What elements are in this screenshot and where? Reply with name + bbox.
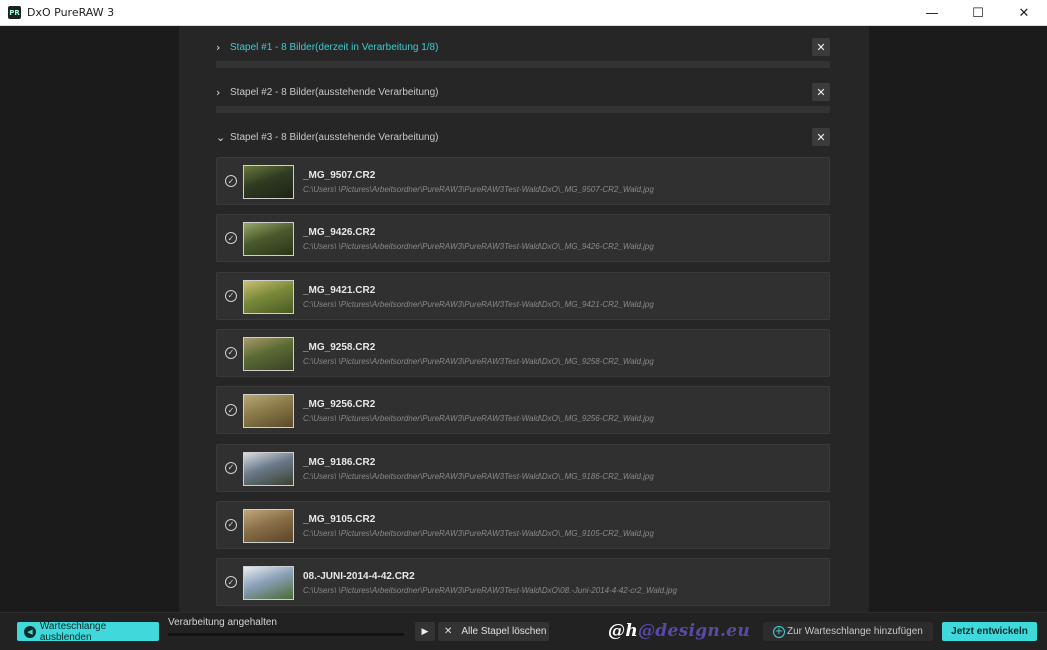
check-circle-icon: ✓	[225, 518, 237, 531]
file-name: _MG_9258.CR2	[303, 341, 376, 353]
file-path: C:\Users\ \Pictures\Arbeitsordner\PureRA…	[303, 185, 654, 194]
file-name: _MG_9507.CR2	[303, 170, 376, 181]
close-window-button[interactable]: ✕	[1001, 0, 1047, 26]
queue-toggle-icon: ◀	[24, 625, 36, 638]
add-to-queue-button[interactable]: + Zur Warteschlange hinzufügen	[763, 622, 933, 641]
bottom-toolbar: ◀ Warteschlange ausblenden Verarbeitung …	[0, 612, 1047, 650]
list-item[interactable]: ✓ _MG_9105.CR2 C:\Users\ \Pictures\Arbeits…	[216, 500, 830, 549]
list-item[interactable]: ✓ 08.-JUNI-2014-4-42.CR2 C:\Users\ \Pictur…	[216, 558, 830, 607]
list-item[interactable]: ✓ _MG_9507.CR2 C:\Users\ \Pictures\Arbeits…	[216, 157, 830, 205]
list-item[interactable]: ✓ _MG_9256.CR2 C:\Users\ \Pictures\Arbeits…	[216, 386, 830, 435]
file-name: 08.-JUNI-2014-4-42.CR2	[303, 571, 415, 583]
list-item[interactable]: ✓ _MG_9258.CR2 C:\Users\ \Pictures\Arbeits…	[216, 328, 830, 377]
window-title: DxO PureRAW 3	[27, 6, 115, 19]
batch-label: Stapel #3 - 8 Bilder(ausstehende Verarbe…	[230, 131, 439, 143]
thumbnail-image	[243, 336, 294, 371]
chevron-right-icon[interactable]: ›	[216, 86, 230, 99]
clear-all-batches-button[interactable]: ✕ Alle Stapel löschen	[438, 622, 549, 641]
check-circle-icon: ✓	[225, 289, 237, 302]
file-path: C:\Users\ \Pictures\Arbeitsordner\PureRA…	[303, 471, 654, 481]
remove-batch-button[interactable]: ✕	[812, 128, 830, 146]
check-circle-icon: ✓	[225, 175, 237, 187]
hide-queue-button[interactable]: ◀ Warteschlange ausblenden	[17, 620, 159, 643]
batch-label: Stapel #1 - 8 Bilder(derzeit in Verarbei…	[230, 41, 439, 53]
batch-header[interactable]: ⌄ Stapel #3 - 8 Bilder(ausstehende Verar…	[216, 126, 830, 148]
resume-button[interactable]: ▶	[415, 622, 435, 641]
check-circle-icon: ✓	[225, 576, 237, 589]
check-circle-icon: ✓	[225, 461, 237, 474]
file-path: C:\Users\ \Pictures\Arbeitsordner\PureRA…	[303, 356, 654, 366]
file-path: C:\Users\ \Pictures\Arbeitsordner\PureRA…	[303, 299, 654, 309]
window-controls: — ☐ ✕	[909, 0, 1047, 26]
thumbnail-image	[243, 566, 294, 601]
file-name: _MG_9105.CR2	[303, 513, 376, 525]
thumbnail-image	[243, 222, 294, 257]
batch-progress-bar	[216, 61, 830, 68]
close-icon: ✕	[444, 626, 453, 637]
thumbnail-image	[243, 451, 294, 486]
plus-circle-icon: +	[773, 625, 785, 638]
add-to-queue-label: Zur Warteschlange hinzufügen	[787, 626, 923, 637]
list-item[interactable]: ✓ _MG_9426.CR2 C:\Users\ \Pictures\Arbeits…	[216, 214, 830, 263]
hide-queue-label: Warteschlange ausblenden	[39, 620, 107, 643]
chevron-down-icon[interactable]: ⌄	[216, 131, 230, 144]
maximize-button[interactable]: ☐	[955, 0, 1001, 26]
app-logo-icon: PR	[8, 6, 21, 19]
file-name: _MG_9186.CR2	[303, 456, 376, 468]
title-bar: PR DxO PureRAW 3 — ☐ ✕	[0, 0, 1047, 26]
list-item[interactable]: ✓ _MG_9186.CR2 C:\Users\ \Pictures\Arbeits…	[216, 443, 830, 492]
clear-all-label: Alle Stapel löschen	[461, 626, 547, 637]
batch-label: Stapel #2 - 8 Bilder(ausstehende Verarbe…	[230, 86, 439, 98]
batch-progress-bar	[216, 106, 830, 113]
check-circle-icon: ✓	[225, 232, 237, 245]
thumbnail-image	[243, 165, 294, 199]
thumbnail-image	[243, 508, 294, 543]
file-path: C:\Users\ \Pictures\Arbeitsordner\PureRA…	[303, 242, 654, 252]
check-circle-icon: ✓	[225, 346, 237, 359]
remove-batch-button[interactable]: ✕	[812, 83, 830, 101]
file-name: _MG_9421.CR2	[303, 284, 376, 296]
batch-header[interactable]: › Stapel #1 - 8 Bilder(derzeit in Verarb…	[216, 36, 830, 58]
file-name: _MG_9256.CR2	[303, 399, 376, 411]
thumbnail-image	[243, 279, 294, 314]
remove-batch-button[interactable]: ✕	[812, 38, 830, 56]
watermark-logo: @h@design.eu	[608, 621, 751, 641]
batch-header[interactable]: › Stapel #2 - 8 Bilder(ausstehende Verar…	[216, 81, 830, 103]
minimize-button[interactable]: —	[909, 0, 955, 26]
list-item[interactable]: ✓ _MG_9421.CR2 C:\Users\ \Pictures\Arbeits…	[216, 271, 830, 320]
thumbnail-image	[243, 394, 294, 429]
file-path: C:\Users\ \Pictures\Arbeitsordner\PureRA…	[303, 586, 677, 596]
file-name: _MG_9426.CR2	[303, 227, 376, 239]
file-path: C:\Users\ \Pictures\Arbeitsordner\PureRA…	[303, 414, 654, 424]
chevron-right-icon[interactable]: ›	[216, 41, 230, 54]
file-path: C:\Users\ \Pictures\Arbeitsordner\PureRA…	[303, 528, 654, 538]
develop-now-button[interactable]: Jetzt entwickeln	[942, 622, 1037, 641]
processing-status: Verarbeitung angehalten	[168, 617, 277, 628]
processing-progress-track	[168, 633, 404, 636]
check-circle-icon: ✓	[225, 404, 237, 417]
